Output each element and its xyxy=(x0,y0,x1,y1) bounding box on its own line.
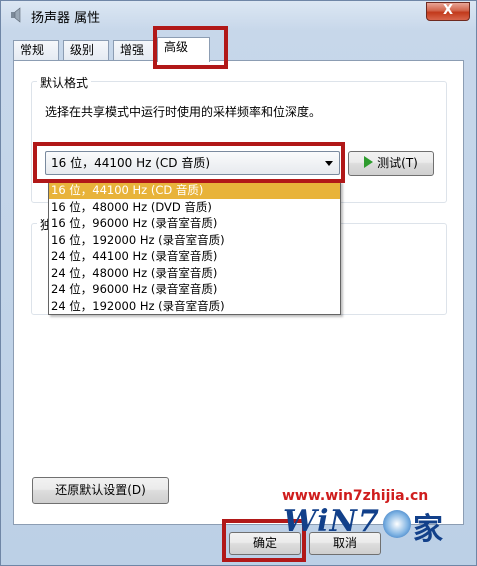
test-button[interactable]: 测试(T) xyxy=(348,151,434,176)
highlight-box-advanced-tab xyxy=(153,26,228,69)
restore-defaults-button[interactable]: 还原默认设置(D) xyxy=(32,477,169,504)
highlight-box-format-select xyxy=(33,142,345,183)
sample-format-dropdown-list: 16 位，44100 Hz (CD 音质) 16 位，48000 Hz (DVD… xyxy=(48,181,341,315)
windows-flag-icon xyxy=(383,510,411,538)
play-icon xyxy=(364,156,374,168)
dropdown-option[interactable]: 24 位，48000 Hz (录音室音质) xyxy=(49,265,340,282)
win7-home-logo: WiN7 家 xyxy=(283,504,463,550)
speaker-icon xyxy=(11,7,21,23)
dropdown-option[interactable]: 24 位，44100 Hz (录音室音质) xyxy=(49,248,340,265)
dropdown-option[interactable]: 16 位，44100 Hz (CD 音质) xyxy=(49,182,340,199)
test-button-label: 测试(T) xyxy=(377,156,418,170)
tab-general-label: 常规 xyxy=(20,43,45,57)
tab-bar: 常规 级别 增强 高级 xyxy=(13,37,463,62)
dropdown-option[interactable]: 16 位，96000 Hz (录音室音质) xyxy=(49,215,340,232)
title-bar[interactable]: 扬声器 属性 X xyxy=(1,1,476,31)
dropdown-option[interactable]: 16 位，48000 Hz (DVD 音质) xyxy=(49,199,340,216)
tab-general[interactable]: 常规 xyxy=(13,40,59,61)
default-format-label: 默认格式 xyxy=(37,74,92,91)
dropdown-option[interactable]: 24 位，192000 Hz (录音室音质) xyxy=(49,298,340,315)
close-button[interactable]: X xyxy=(426,2,470,21)
dropdown-option[interactable]: 24 位，96000 Hz (录音室音质) xyxy=(49,281,340,298)
logo-text: WiN7 xyxy=(283,504,380,539)
tab-enhancements[interactable]: 增强 xyxy=(113,40,155,61)
tab-enhancements-label: 增强 xyxy=(120,43,145,57)
window-title: 扬声器 属性 xyxy=(31,11,101,26)
logo-suffix: 家 xyxy=(413,512,443,547)
watermark-url: www.win7zhijia.cn xyxy=(282,488,429,504)
default-format-description: 选择在共享模式中运行时使用的采样频率和位深度。 xyxy=(45,105,322,119)
speaker-properties-dialog: 扬声器 属性 X 常规 级别 增强 高级 默认格式 选择在共享模式中运行时使用的… xyxy=(0,0,477,566)
tab-levels-label: 级别 xyxy=(70,43,95,57)
dropdown-option[interactable]: 16 位，192000 Hz (录音室音质) xyxy=(49,232,340,249)
tab-levels[interactable]: 级别 xyxy=(63,40,109,61)
